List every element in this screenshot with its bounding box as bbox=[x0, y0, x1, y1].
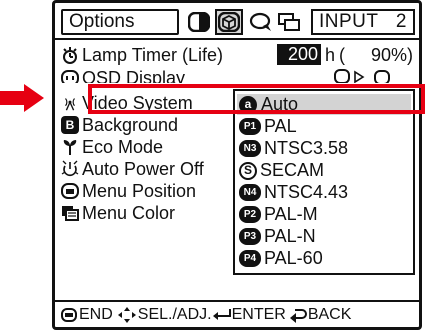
auto-power-off-label: Auto Power Off bbox=[82, 159, 204, 179]
footer-enter: ENTER bbox=[212, 303, 286, 327]
footer-sel: SEL./ADJ. bbox=[117, 303, 212, 327]
menu-item-auto-power-off[interactable]: Auto Power Off bbox=[61, 158, 204, 180]
submenu-item-pal-n[interactable]: P3 PAL-N bbox=[237, 226, 411, 247]
menu-button-icon bbox=[61, 308, 77, 322]
footer-sel-label: SEL./ADJ. bbox=[137, 306, 212, 323]
submenu-item-secam[interactable]: S SECAM bbox=[237, 160, 411, 181]
input-number: 2 bbox=[395, 11, 407, 32]
four-way-arrows-icon bbox=[117, 307, 136, 323]
tab-picture[interactable] bbox=[185, 9, 213, 35]
speech-bubble-icon bbox=[249, 12, 271, 31]
menu-position-label: Menu Position bbox=[82, 181, 197, 201]
menu-color-icon bbox=[61, 204, 79, 222]
menu-item-lamp-timer[interactable]: Lamp Timer (Life) bbox=[61, 44, 223, 66]
osd-menu-screen: Options INPUT 2 Lamp Timer (Life) 200 h … bbox=[52, 0, 422, 330]
tab-audio[interactable] bbox=[247, 9, 275, 35]
submenu-item-label: PAL-M bbox=[264, 204, 318, 224]
submenu-item-label: NTSC4.43 bbox=[264, 182, 349, 202]
submenu-item-label: PAL-60 bbox=[264, 248, 323, 268]
tab-options[interactable]: Options bbox=[61, 9, 179, 35]
footer-back-label: BACK bbox=[307, 306, 352, 323]
menu-position-icon bbox=[61, 182, 79, 200]
osd-display-label: OSD Display bbox=[82, 68, 186, 83]
submenu-item-label: NTSC3.58 bbox=[264, 138, 349, 158]
lamp-timer-hours: 200 bbox=[277, 44, 321, 65]
p4-badge-icon: P4 bbox=[239, 250, 261, 267]
background-icon: B bbox=[61, 116, 79, 134]
n3-badge-icon: N3 bbox=[239, 140, 261, 157]
lamp-timer-unit: h bbox=[325, 45, 336, 65]
menu-item-background[interactable]: B Background bbox=[61, 114, 178, 136]
menu-item-eco-mode[interactable]: Eco Mode bbox=[61, 136, 163, 158]
back-return-icon bbox=[289, 309, 307, 323]
footer-end-label: END bbox=[79, 306, 113, 323]
p2-badge-icon: P2 bbox=[239, 206, 261, 223]
submenu-item-pal[interactable]: P1 PAL bbox=[237, 116, 411, 137]
footer-back: BACK bbox=[288, 303, 352, 327]
submenu-item-label: PAL-N bbox=[264, 226, 316, 246]
n4-badge-icon: N4 bbox=[239, 184, 261, 201]
half-circle-picture-icon bbox=[188, 12, 210, 32]
enter-arrow-icon bbox=[212, 309, 231, 320]
cube-icon bbox=[218, 12, 240, 32]
submenu-item-ntsc443[interactable]: N4 NTSC4.43 bbox=[237, 182, 411, 203]
footer-end: END bbox=[61, 303, 113, 327]
video-system-icon bbox=[61, 94, 79, 112]
divider-top bbox=[55, 38, 419, 40]
lamp-life-percent: 90%) bbox=[371, 45, 414, 65]
osd-toggle-icons bbox=[334, 69, 390, 83]
footer-hints: END SEL./ADJ. ENTER BACK bbox=[55, 303, 419, 327]
auto-power-off-icon bbox=[61, 160, 79, 178]
s-badge-icon: S bbox=[239, 161, 257, 180]
tab-network[interactable] bbox=[275, 9, 303, 35]
video-system-submenu: a Auto P1 PAL N3 NTSC3.58 S SECAM N4 NTS… bbox=[233, 89, 415, 275]
input-indicator: INPUT 2 bbox=[311, 9, 415, 35]
eco-mode-label: Eco Mode bbox=[82, 137, 164, 157]
submenu-item-ntsc358[interactable]: N3 NTSC3.58 bbox=[237, 138, 411, 159]
lamp-timer-label: Lamp Timer (Life) bbox=[82, 45, 224, 65]
submenu-item-pal-60[interactable]: P4 PAL-60 bbox=[237, 248, 411, 269]
pointer-arrow-icon bbox=[0, 84, 44, 112]
submenu-item-label: PAL bbox=[264, 116, 297, 136]
submenu-item-pal-m[interactable]: P2 PAL-M bbox=[237, 204, 411, 225]
menu-item-menu-position[interactable]: Menu Position bbox=[61, 180, 196, 202]
menu-color-label: Menu Color bbox=[82, 203, 176, 223]
highlight-frame bbox=[88, 84, 425, 114]
input-label: INPUT bbox=[319, 11, 379, 32]
menu-item-osd-display[interactable]: OSD Display bbox=[61, 67, 185, 83]
osd-display-icon bbox=[61, 69, 79, 83]
osd-display-row-clip: OSD Display bbox=[55, 66, 419, 83]
menu-item-menu-color[interactable]: Menu Color bbox=[61, 202, 175, 224]
lamp-timer-icon bbox=[61, 46, 79, 64]
p1-badge-icon: P1 bbox=[239, 118, 261, 135]
divider-bottom bbox=[55, 300, 419, 302]
p3-badge-icon: P3 bbox=[239, 228, 261, 245]
monitor-network-icon bbox=[278, 13, 300, 31]
submenu-item-label: SECAM bbox=[260, 160, 325, 180]
lamp-timer-paren: ( bbox=[339, 45, 345, 65]
tab-options-3d[interactable] bbox=[215, 9, 243, 35]
footer-enter-label: ENTER bbox=[231, 306, 286, 323]
background-label: Background bbox=[82, 115, 179, 135]
eco-leaf-icon bbox=[61, 138, 79, 156]
tab-bar: Options INPUT 2 bbox=[55, 3, 419, 38]
